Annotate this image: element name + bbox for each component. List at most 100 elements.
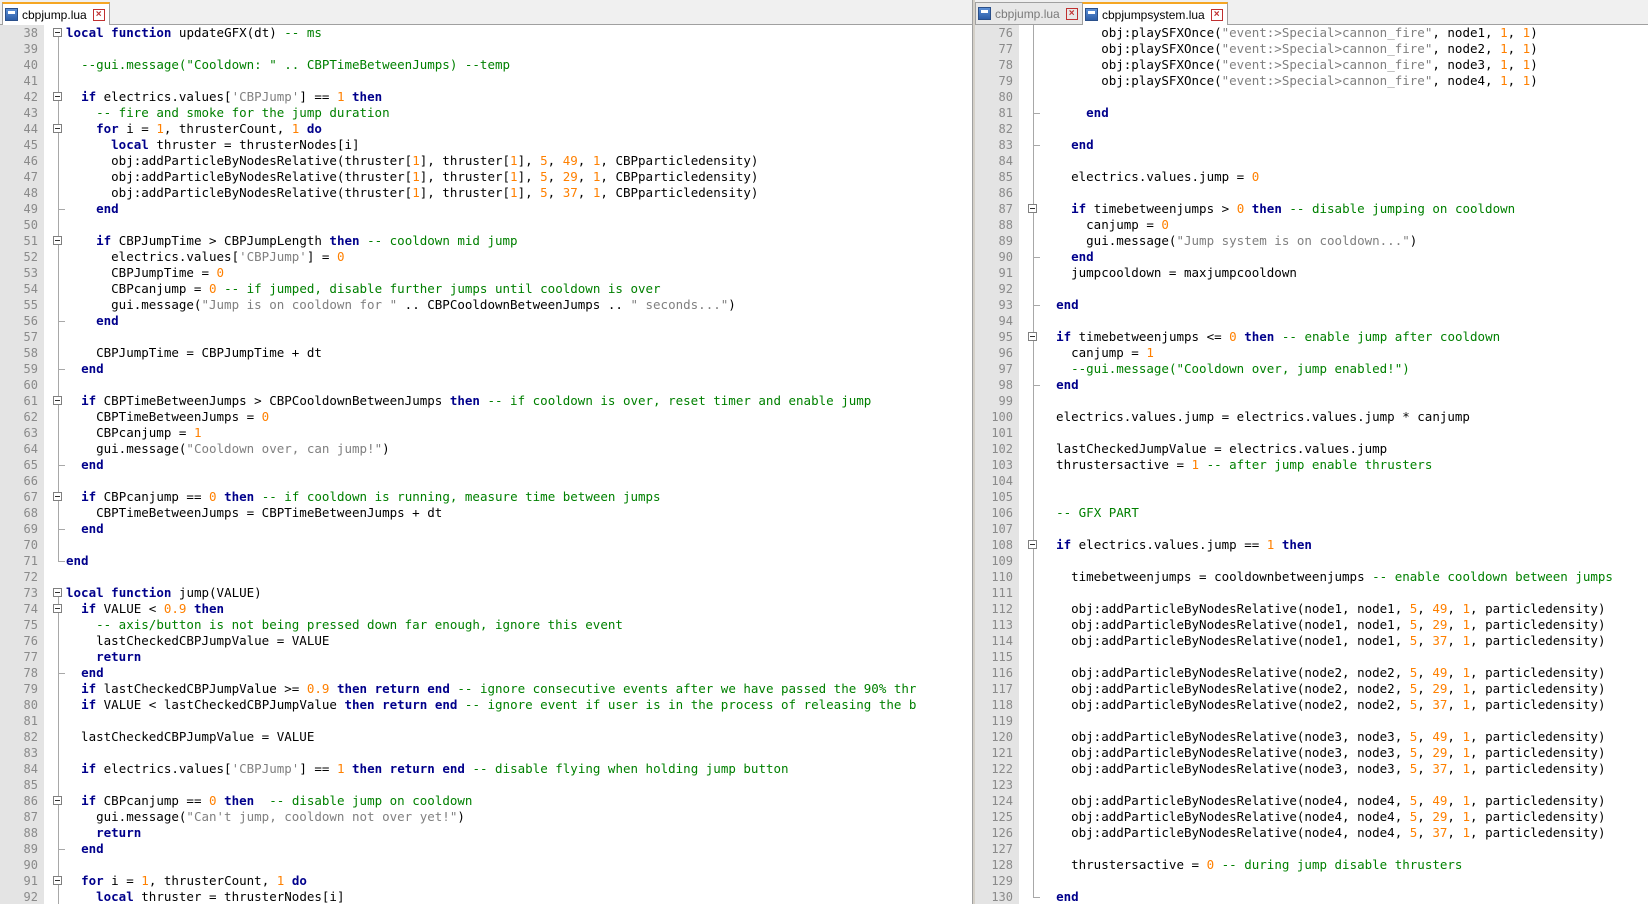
code-line[interactable]: 97 --gui.message("Cooldown over, jump en…: [975, 361, 1648, 377]
code-line[interactable]: 44 for i = 1, thrusterCount, 1 do: [0, 121, 972, 137]
code-line[interactable]: 75 -- axis/button is not being pressed d…: [0, 617, 972, 633]
fold-collapse-icon[interactable]: [52, 793, 66, 809]
code-line[interactable]: 127: [975, 841, 1648, 857]
code-line[interactable]: 62 CBPTimeBetweenJumps = 0: [0, 409, 972, 425]
code-line[interactable]: 43 -- fire and smoke for the jump durati…: [0, 105, 972, 121]
code-line[interactable]: 121 obj:addParticleByNodesRelative(node3…: [975, 745, 1648, 761]
code-line[interactable]: 87 gui.message("Can't jump, cooldown not…: [0, 809, 972, 825]
code-line[interactable]: 81: [0, 713, 972, 729]
editor-pane-left[interactable]: cbpjump.lua × 38 local function updateGFX(…: [0, 0, 972, 904]
fold-collapse-icon[interactable]: [52, 601, 66, 617]
code-view-left[interactable]: 38 local function updateGFX(dt) -- ms 39 40…: [0, 25, 972, 904]
code-line[interactable]: 83 end: [975, 137, 1648, 153]
code-line[interactable]: 64 gui.message("Cooldown over, can jump!…: [0, 441, 972, 457]
code-line[interactable]: 120 obj:addParticleByNodesRelative(node3…: [975, 729, 1648, 745]
fold-collapse-icon[interactable]: [1027, 201, 1041, 217]
code-line[interactable]: 92: [975, 281, 1648, 297]
code-line[interactable]: 59 end: [0, 361, 972, 377]
code-line[interactable]: 115: [975, 649, 1648, 665]
code-line[interactable]: 86 if CBPcanjump == 0 then -- disable ju…: [0, 793, 972, 809]
code-line[interactable]: 71 end: [0, 553, 972, 569]
code-line[interactable]: 77 obj:playSFXOnce("event:>Special>canno…: [975, 41, 1648, 57]
code-line[interactable]: 89 gui.message("Jump system is on cooldo…: [975, 233, 1648, 249]
code-line[interactable]: 106 -- GFX PART: [975, 505, 1648, 521]
code-line[interactable]: 82 lastCheckedCBPJumpValue = VALUE: [0, 729, 972, 745]
code-line[interactable]: 84 if electrics.values['CBPJump'] == 1 t…: [0, 761, 972, 777]
code-line[interactable]: 50: [0, 217, 972, 233]
code-line[interactable]: 126 obj:addParticleByNodesRelative(node4…: [975, 825, 1648, 841]
code-line[interactable]: 67 if CBPcanjump == 0 then -- if cooldow…: [0, 489, 972, 505]
code-line[interactable]: 113 obj:addParticleByNodesRelative(node1…: [975, 617, 1648, 633]
code-line[interactable]: 78 obj:playSFXOnce("event:>Special>canno…: [975, 57, 1648, 73]
code-line[interactable]: 60: [0, 377, 972, 393]
code-line[interactable]: 38 local function updateGFX(dt) -- ms: [0, 25, 972, 41]
close-icon[interactable]: ×: [1210, 8, 1223, 21]
code-line[interactable]: 90: [0, 857, 972, 873]
code-line[interactable]: 52 electrics.values['CBPJump'] = 0: [0, 249, 972, 265]
code-line[interactable]: 90 end: [975, 249, 1648, 265]
code-line[interactable]: 74 if VALUE < 0.9 then: [0, 601, 972, 617]
fold-collapse-icon[interactable]: [1027, 537, 1041, 553]
code-line[interactable]: 88 return: [0, 825, 972, 841]
fold-collapse-icon[interactable]: [52, 393, 66, 409]
code-line[interactable]: 128 thrustersactive = 0 -- during jump d…: [975, 857, 1648, 873]
code-line[interactable]: 76 lastCheckedCBPJumpValue = VALUE: [0, 633, 972, 649]
code-line[interactable]: 112 obj:addParticleByNodesRelative(node1…: [975, 601, 1648, 617]
code-line[interactable]: 105: [975, 489, 1648, 505]
code-view-right[interactable]: 76 obj:playSFXOnce("event:>Special>canno…: [975, 25, 1648, 904]
code-line[interactable]: 119: [975, 713, 1648, 729]
code-line[interactable]: 85 electrics.values.jump = 0: [975, 169, 1648, 185]
code-line[interactable]: 110 timebetweenjumps = cooldownbetweenju…: [975, 569, 1648, 585]
code-line[interactable]: 51 if CBPJumpTime > CBPJumpLength then -…: [0, 233, 972, 249]
code-line[interactable]: 94: [975, 313, 1648, 329]
code-line[interactable]: 96 canjump = 1: [975, 345, 1648, 361]
code-line[interactable]: 46 obj:addParticleByNodesRelative(thrust…: [0, 153, 972, 169]
code-line[interactable]: 122 obj:addParticleByNodesRelative(node3…: [975, 761, 1648, 777]
code-line[interactable]: 99: [975, 393, 1648, 409]
code-line[interactable]: 83: [0, 745, 972, 761]
code-line[interactable]: 95 if timebetweenjumps <= 0 then -- enab…: [975, 329, 1648, 345]
code-line[interactable]: 101: [975, 425, 1648, 441]
fold-collapse-icon[interactable]: [1027, 329, 1041, 345]
code-line[interactable]: 129: [975, 873, 1648, 889]
code-line[interactable]: 111: [975, 585, 1648, 601]
code-line[interactable]: 92 local thruster = thrusterNodes[i]: [0, 889, 972, 904]
code-line[interactable]: 77 return: [0, 649, 972, 665]
code-line[interactable]: 91 for i = 1, thrusterCount, 1 do: [0, 873, 972, 889]
code-line[interactable]: 54 CBPcanjump = 0 -- if jumped, disable …: [0, 281, 972, 297]
code-line[interactable]: 86: [975, 185, 1648, 201]
code-line[interactable]: 73 local function jump(VALUE): [0, 585, 972, 601]
code-line[interactable]: 57: [0, 329, 972, 345]
tab-cbpjump-lua[interactable]: cbpjump.lua ×: [2, 2, 110, 25]
code-line[interactable]: 104: [975, 473, 1648, 489]
code-line[interactable]: 103 thrustersactive = 1 -- after jump en…: [975, 457, 1648, 473]
code-line[interactable]: 118 obj:addParticleByNodesRelative(node2…: [975, 697, 1648, 713]
code-line[interactable]: 109: [975, 553, 1648, 569]
code-line[interactable]: 55 gui.message("Jump is on cooldown for …: [0, 297, 972, 313]
code-line[interactable]: 79 if lastCheckedCBPJumpValue >= 0.9 the…: [0, 681, 972, 697]
code-line[interactable]: 98 end: [975, 377, 1648, 393]
code-line[interactable]: 124 obj:addParticleByNodesRelative(node4…: [975, 793, 1648, 809]
tab-cbpjumpsystem-lua[interactable]: cbpjumpsystem.lua ×: [1082, 2, 1228, 25]
code-line[interactable]: 116 obj:addParticleByNodesRelative(node2…: [975, 665, 1648, 681]
code-line[interactable]: 130 end: [975, 889, 1648, 904]
code-line[interactable]: 48 obj:addParticleByNodesRelative(thrust…: [0, 185, 972, 201]
code-line[interactable]: 82: [975, 121, 1648, 137]
code-line[interactable]: 63 CBPcanjump = 1: [0, 425, 972, 441]
code-line[interactable]: 80 if VALUE < lastCheckedCBPJumpValue th…: [0, 697, 972, 713]
code-line[interactable]: 107: [975, 521, 1648, 537]
code-line[interactable]: 125 obj:addParticleByNodesRelative(node4…: [975, 809, 1648, 825]
code-line[interactable]: 108 if electrics.values.jump == 1 then: [975, 537, 1648, 553]
code-line[interactable]: 87 if timebetweenjumps > 0 then -- disab…: [975, 201, 1648, 217]
code-line[interactable]: 42 if electrics.values['CBPJump'] == 1 t…: [0, 89, 972, 105]
editor-pane-right[interactable]: cbpjump.lua × cbpjumpsystem.lua × 76 obj:pl…: [975, 0, 1648, 904]
code-line[interactable]: 78 end: [0, 665, 972, 681]
fold-collapse-icon[interactable]: [52, 121, 66, 137]
code-line[interactable]: 72: [0, 569, 972, 585]
code-line[interactable]: 91 jumpcooldown = maxjumpcooldown: [975, 265, 1648, 281]
code-line[interactable]: 88 canjump = 0: [975, 217, 1648, 233]
code-line[interactable]: 117 obj:addParticleByNodesRelative(node2…: [975, 681, 1648, 697]
code-line[interactable]: 45 local thruster = thrusterNodes[i]: [0, 137, 972, 153]
code-line[interactable]: 49 end: [0, 201, 972, 217]
fold-collapse-icon[interactable]: [52, 89, 66, 105]
